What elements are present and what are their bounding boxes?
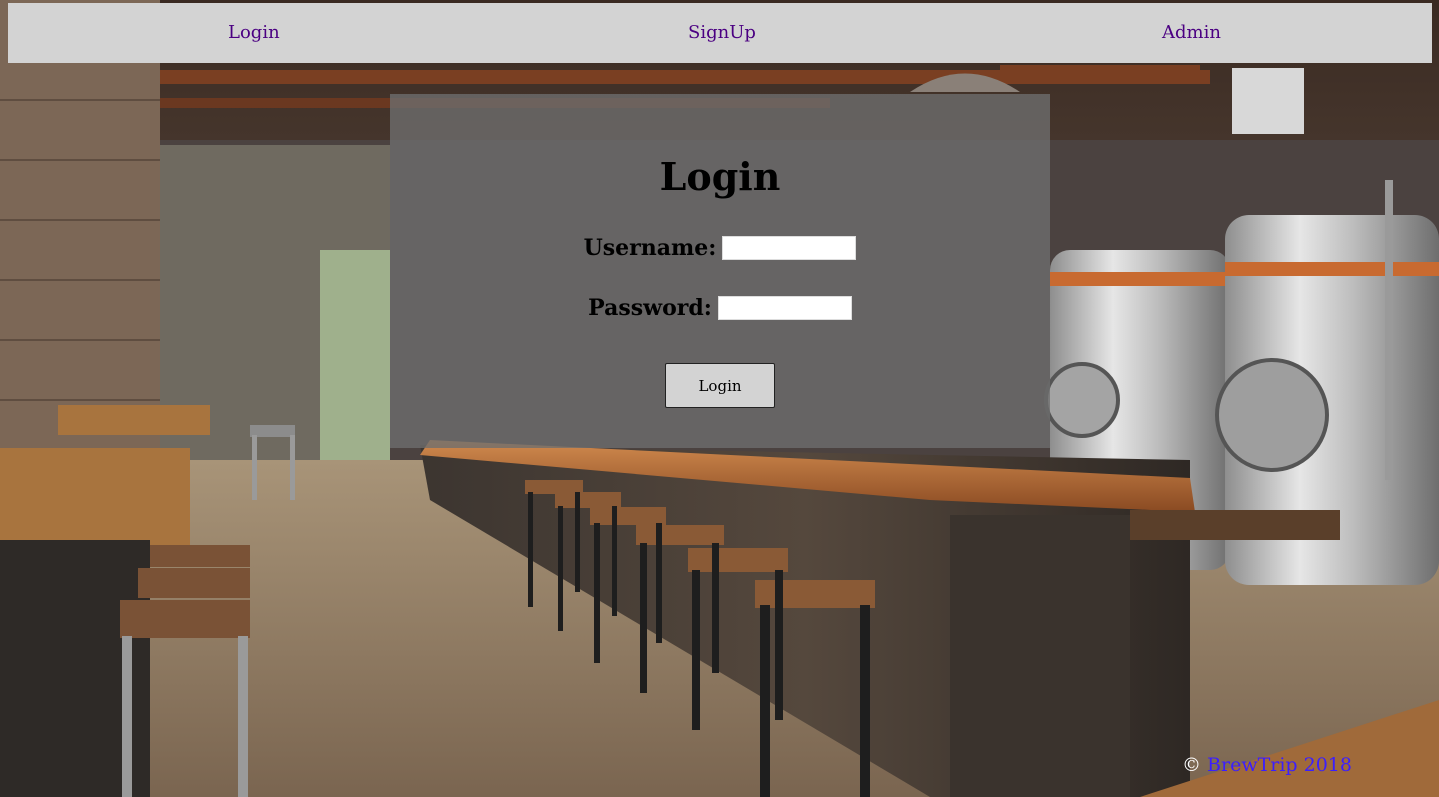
nav-link-login[interactable]: Login (228, 3, 280, 63)
password-row: Password: (390, 290, 1050, 326)
footer-brand-link[interactable]: BrewTrip 2018 (1207, 754, 1352, 776)
copyright-symbol: © (1182, 754, 1201, 776)
username-row: Username: (390, 230, 1050, 266)
username-input[interactable] (722, 236, 857, 260)
login-title: Login (659, 154, 781, 199)
top-nav-bar: Login SignUp Admin (8, 3, 1432, 63)
nav-link-signup[interactable]: SignUp (688, 3, 756, 63)
footer: © BrewTrip 2018 (1182, 754, 1352, 776)
nav-link-admin[interactable]: Admin (1162, 3, 1221, 63)
password-label: Password: (588, 295, 712, 321)
login-submit-button[interactable]: Login (665, 363, 775, 408)
username-label: Username: (583, 235, 717, 261)
password-input[interactable] (717, 296, 852, 320)
